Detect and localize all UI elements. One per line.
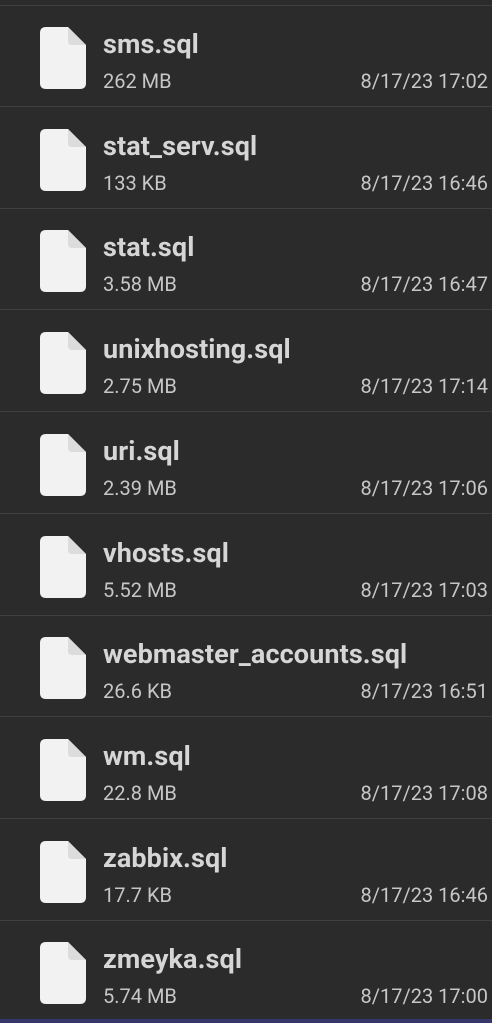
file-name: zabbix.sql (103, 841, 228, 874)
file-icon (40, 942, 86, 1005)
file-date: 8/17/23 17:14 (360, 374, 488, 399)
file-date: 8/17/23 16:47 (360, 272, 488, 297)
file-row[interactable]: uri.sql 2.39 MB 8/17/23 17:06 (0, 413, 492, 514)
file-size: 22.8 MB (103, 780, 177, 805)
file-date: 8/17/23 16:46 (360, 882, 488, 907)
file-name: sms.sql (103, 28, 199, 60)
file-date: 8/17/23 17:08 (360, 780, 488, 805)
file-size: 17.7 KB (103, 882, 172, 907)
file-size: 5.74 MB (103, 984, 177, 1009)
file-name: stat.sql (103, 231, 195, 264)
file-name: uri.sql (103, 434, 180, 467)
file-row[interactable]: wm.sql 22.8 MB 8/17/23 17:08 (0, 718, 492, 819)
file-row[interactable]: stat.sql 3.58 MB 8/17/23 16:47 (0, 209, 492, 311)
file-row[interactable]: stat_serv.sql 133 KB 8/17/23 16:46 (0, 108, 492, 209)
file-date: 8/17/23 17:00 (360, 984, 488, 1009)
file-icon (40, 738, 86, 801)
file-icon (40, 27, 86, 89)
file-icon (40, 230, 86, 293)
file-name: webmaster_accounts.sql (103, 638, 408, 671)
file-size: 133 KB (103, 170, 167, 195)
file-size: 5.52 MB (103, 577, 177, 602)
file-date: 8/17/23 17:03 (360, 577, 488, 602)
file-date: 8/17/23 17:02 (360, 69, 488, 93)
file-name: unixhosting.sql (103, 333, 291, 366)
file-size: 2.75 MB (103, 374, 177, 399)
file-date: 8/17/23 17:06 (360, 475, 488, 500)
bottom-accent-bar (0, 1019, 492, 1023)
file-row[interactable]: unixhosting.sql 2.75 MB 8/17/23 17:14 (0, 311, 492, 413)
file-date: 8/17/23 16:46 (360, 170, 488, 195)
file-name: stat_serv.sql (103, 129, 258, 162)
file-icon (40, 128, 86, 191)
file-icon (40, 332, 86, 395)
file-size: 262 MB (103, 69, 172, 93)
file-name: vhosts.sql (103, 536, 229, 569)
file-icon (40, 637, 86, 700)
file-row[interactable]: webmaster_accounts.sql 26.6 KB 8/17/23 1… (0, 616, 492, 718)
file-icon (40, 535, 86, 598)
file-date: 8/17/23 16:51 (360, 679, 488, 704)
file-name: wm.sql (103, 739, 191, 772)
file-row[interactable]: sms.sql 262 MB 8/17/23 17:02 (0, 6, 492, 107)
file-size: 3.58 MB (103, 272, 177, 297)
file-row[interactable]: zmeyka.sql 5.74 MB 8/17/23 17:00 (0, 921, 492, 1023)
file-size: 2.39 MB (103, 475, 177, 500)
file-icon (40, 433, 86, 496)
file-name: zmeyka.sql (103, 943, 243, 976)
file-icon (40, 840, 86, 903)
file-row[interactable]: zabbix.sql 17.7 KB 8/17/23 16:46 (0, 820, 492, 921)
file-row[interactable]: vhosts.sql 5.52 MB 8/17/23 17:03 (0, 515, 492, 616)
file-size: 26.6 KB (103, 679, 172, 704)
